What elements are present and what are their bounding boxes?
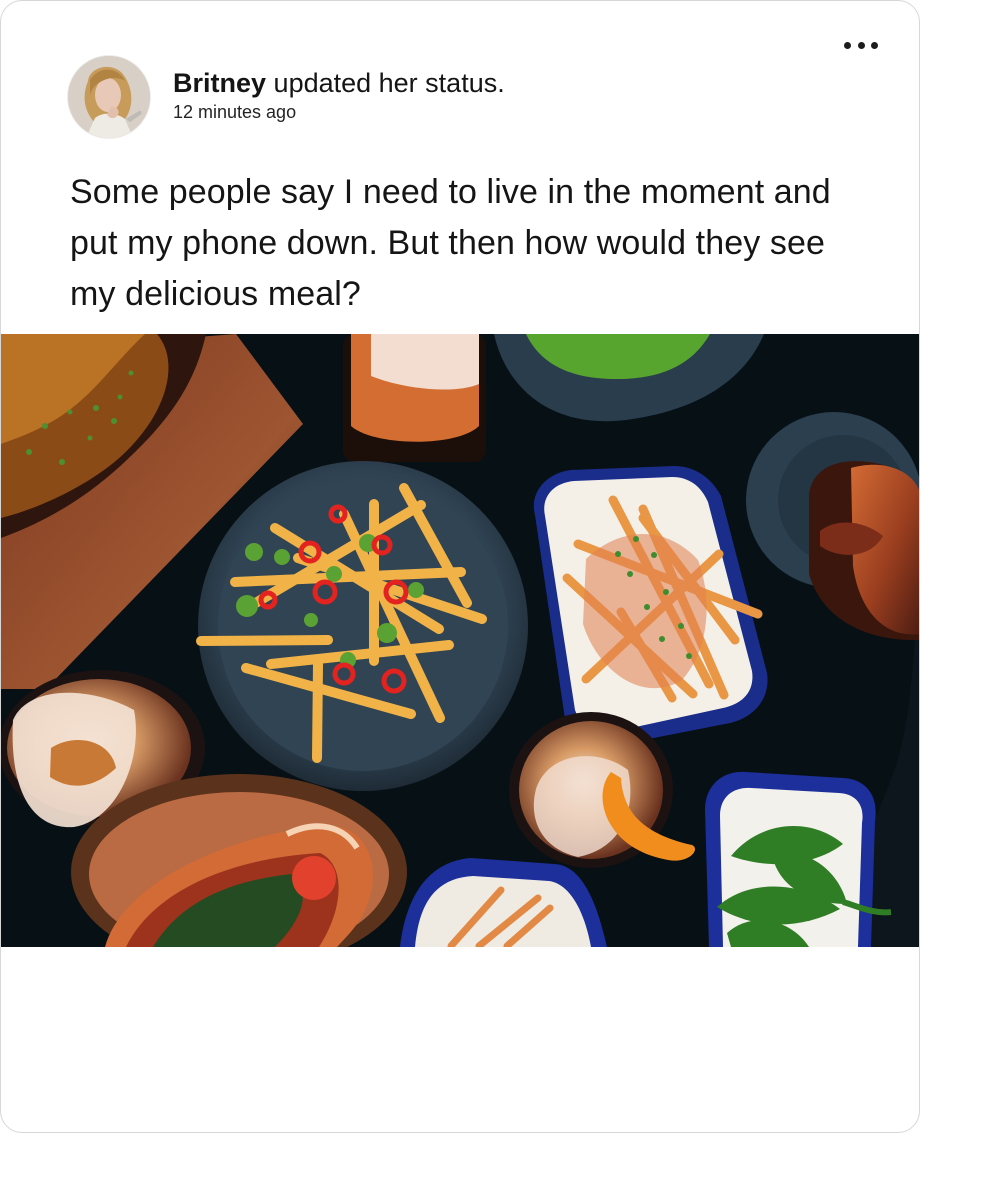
author-name[interactable]: Britney <box>173 68 266 98</box>
status-action-text: updated her status. <box>273 68 505 98</box>
post-header: Britney updated her status. 12 minutes a… <box>173 66 853 124</box>
ellipsis-dot-icon <box>857 41 865 49</box>
post-options-button[interactable] <box>844 36 878 54</box>
post-headline: Britney updated her status. <box>173 66 853 100</box>
food-photo[interactable] <box>1 334 920 947</box>
ellipsis-dot-icon <box>844 41 851 49</box>
post-body-text: Some people say I need to live in the mo… <box>70 173 831 313</box>
status-post-card: Britney updated her status. 12 minutes a… <box>0 0 920 1133</box>
woman-avatar-icon <box>68 56 150 138</box>
ellipsis-dot-icon <box>871 41 878 49</box>
avatar[interactable] <box>67 55 151 139</box>
post-timestamp[interactable]: 12 minutes ago <box>173 100 853 124</box>
